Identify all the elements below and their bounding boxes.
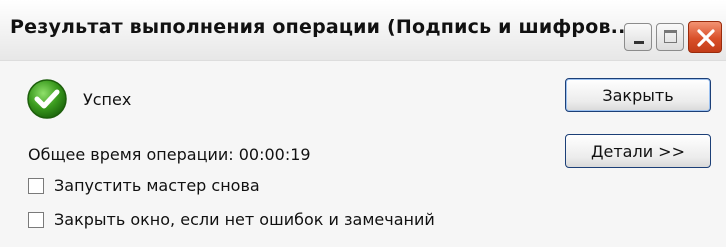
close-window-button[interactable]: [688, 21, 722, 53]
run-wizard-again-checkbox[interactable]: [28, 177, 44, 194]
close-if-no-errors-option[interactable]: Закрыть окно, если нет ошибок и замечани…: [28, 210, 435, 229]
title-bar[interactable]: Результат выполнения операции (Подпись и…: [0, 0, 726, 61]
close-if-no-errors-label: Закрыть окно, если нет ошибок и замечани…: [54, 210, 435, 229]
maximize-icon: [664, 30, 677, 43]
window-title: Результат выполнения операции (Подпись и…: [10, 16, 633, 38]
minimize-button[interactable]: [624, 23, 652, 51]
close-if-no-errors-checkbox[interactable]: [28, 211, 44, 228]
operation-time: Общее время операции: 00:00:19: [28, 145, 311, 164]
run-wizard-again-option[interactable]: Запустить мастер снова: [28, 176, 260, 195]
run-wizard-again-label: Запустить мастер снова: [54, 176, 260, 195]
result-dialog: Результат выполнения операции (Подпись и…: [0, 0, 726, 247]
close-button[interactable]: Закрыть: [565, 78, 711, 112]
minimize-icon: [634, 41, 644, 44]
maximize-button[interactable]: [656, 23, 684, 51]
status-text: Успех: [83, 90, 132, 109]
details-button[interactable]: Детали >>: [565, 134, 711, 168]
close-icon: [697, 29, 715, 47]
success-check-icon: [27, 79, 67, 119]
